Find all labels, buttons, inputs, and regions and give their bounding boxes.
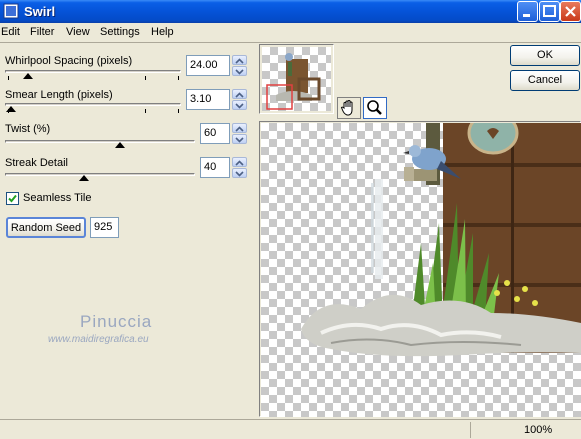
- slider-tick: [145, 76, 146, 80]
- seamless-tile-label: Seamless Tile: [23, 192, 92, 204]
- arrow-up-icon: [235, 126, 244, 132]
- arrow-up-icon: [235, 58, 244, 64]
- pan-tool-button[interactable]: [337, 97, 361, 119]
- ok-button[interactable]: OK: [510, 45, 580, 66]
- watermark-name: Pinuccia: [80, 312, 153, 331]
- hand-icon: [340, 100, 353, 116]
- menu-settings[interactable]: Settings: [100, 26, 140, 38]
- arrow-down-icon: [235, 103, 244, 109]
- smear-length-spinner[interactable]: [232, 89, 247, 110]
- twist-spinner[interactable]: [232, 123, 247, 144]
- streak-detail-label: Streak Detail: [5, 157, 68, 169]
- random-seed-input[interactable]: 925: [90, 217, 119, 238]
- slider-tick: [145, 109, 146, 113]
- app-icon: [3, 3, 19, 19]
- smear-length-label: Smear Length (pixels): [5, 89, 113, 101]
- menu-divider: [0, 42, 581, 43]
- checkmark-icon: [8, 194, 17, 203]
- seamless-tile-checkbox[interactable]: [6, 192, 19, 205]
- twist-label: Twist (%): [5, 123, 51, 135]
- zoom-tool-button[interactable]: [363, 97, 387, 119]
- menu-edit[interactable]: Edit: [1, 26, 20, 38]
- twist-input[interactable]: 60: [200, 123, 230, 144]
- maximize-icon: [543, 5, 556, 17]
- spin-down-button[interactable]: [232, 134, 247, 144]
- smear-length-input[interactable]: 3.10: [186, 89, 230, 110]
- status-bar: 100%: [0, 419, 581, 439]
- spin-down-button[interactable]: [232, 66, 247, 76]
- whirlpool-spacing-input[interactable]: 24.00: [186, 55, 230, 76]
- cancel-button[interactable]: Cancel: [510, 70, 580, 91]
- arrow-down-icon: [235, 69, 244, 75]
- arrow-down-icon: [235, 171, 244, 177]
- navigator-panel[interactable]: [259, 44, 334, 114]
- streak-detail-input[interactable]: 40: [200, 157, 230, 178]
- navigator-thumbnail: [266, 53, 321, 110]
- arrow-down-icon: [235, 137, 244, 143]
- slider-thumb[interactable]: [79, 175, 89, 181]
- watermark-url: www.maidiregrafica.eu: [48, 334, 149, 345]
- preview-image: [301, 123, 581, 357]
- slider-track: [5, 140, 195, 143]
- slider-track: [5, 103, 181, 106]
- spin-down-button[interactable]: [232, 168, 247, 178]
- minimize-icon: [523, 14, 530, 17]
- slider-thumb[interactable]: [6, 106, 16, 112]
- zoom-level: 100%: [524, 424, 553, 436]
- zoom-status: 100%: [470, 422, 581, 438]
- menu-view[interactable]: View: [66, 26, 90, 38]
- arrow-up-icon: [235, 92, 244, 98]
- slider-thumb[interactable]: [23, 73, 33, 79]
- menu-help[interactable]: Help: [151, 26, 174, 38]
- spin-up-button[interactable]: [232, 89, 247, 99]
- streak-detail-spinner[interactable]: [232, 157, 247, 178]
- window-title: Swirl: [24, 4, 56, 19]
- title-bar: Swirl: [0, 0, 581, 23]
- slider-track: [5, 173, 195, 176]
- whirlpool-spacing-label: Whirlpool Spacing (pixels): [5, 55, 133, 67]
- slider-tick: [8, 76, 9, 80]
- minimize-button[interactable]: [517, 1, 538, 22]
- maximize-button[interactable]: [539, 1, 560, 22]
- random-seed-button[interactable]: Random Seed: [6, 217, 86, 238]
- spin-up-button[interactable]: [232, 123, 247, 133]
- slider-tick: [178, 76, 179, 80]
- arrow-up-icon: [235, 160, 244, 166]
- whirlpool-spacing-spinner[interactable]: [232, 55, 247, 76]
- close-button[interactable]: [560, 1, 581, 22]
- spin-down-button[interactable]: [232, 100, 247, 110]
- menu-filter[interactable]: Filter: [30, 26, 54, 38]
- slider-thumb[interactable]: [115, 142, 125, 148]
- slider-tick: [178, 109, 179, 113]
- menu-bar: Edit Filter View Settings Help: [0, 24, 581, 42]
- preview-panel[interactable]: [259, 121, 581, 417]
- magnifier-icon: [367, 100, 382, 115]
- close-icon: [565, 6, 576, 17]
- spin-up-button[interactable]: [232, 157, 247, 167]
- spin-up-button[interactable]: [232, 55, 247, 65]
